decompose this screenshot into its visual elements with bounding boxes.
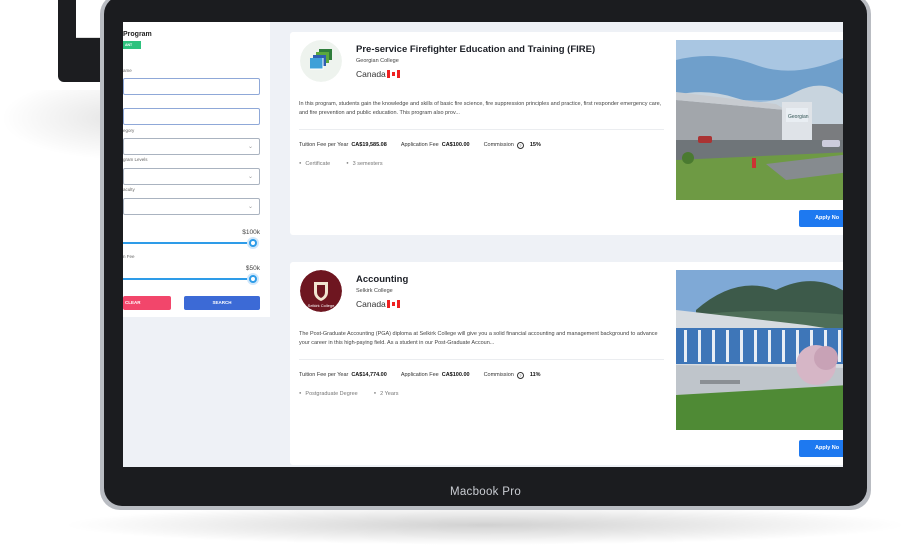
- filter-sidebar: Program ANT ame egory ⌄ gram Levels ⌄ ac…: [123, 22, 270, 317]
- commission: Commission? 15%: [484, 142, 541, 149]
- tuition-label: Tuition Fee per Year: [299, 142, 349, 148]
- country: Canada: [356, 299, 400, 309]
- country-name: Canada: [356, 299, 386, 309]
- school-name: Georgian College: [356, 58, 399, 64]
- commission: Commission? 11%: [484, 372, 541, 379]
- chevron-down-icon: ⌄: [247, 204, 253, 210]
- sidebar-title: Program: [123, 31, 152, 38]
- apply-now-button[interactable]: Apply No: [799, 210, 843, 227]
- filter-label-category: egory: [123, 128, 135, 133]
- program-name-input[interactable]: [123, 78, 260, 95]
- filter-label-faculty: aculty: [123, 187, 135, 192]
- fee-row: Tuition Fee per Year CA$19,585.08 Applica…: [299, 142, 541, 149]
- tuition-range-value: $100k: [242, 229, 260, 236]
- fee-slider-track[interactable]: [123, 278, 258, 280]
- tuition-value: CA$14,774.00: [351, 372, 387, 378]
- chevron-down-icon: ⌄: [247, 174, 253, 180]
- commission-label: Commission: [483, 142, 514, 148]
- divider: [299, 359, 664, 360]
- tuition-fee: Tuition Fee per Year CA$19,585.08: [299, 142, 387, 149]
- commission-value: 11%: [529, 372, 541, 378]
- device-label: Macbook Pro: [449, 486, 522, 498]
- tuition-value: CA$19,585.08: [351, 142, 387, 148]
- country: Canada: [356, 69, 400, 79]
- school-input[interactable]: [123, 108, 260, 125]
- program-duration: 3 semesters: [346, 160, 383, 167]
- program-levels-select[interactable]: ⌄: [123, 168, 260, 185]
- category-select[interactable]: ⌄: [123, 138, 260, 155]
- program-tags: Postgraduate Degree 2 Years: [299, 390, 398, 397]
- help-icon[interactable]: ?: [516, 372, 524, 379]
- sidebar-badge: ANT: [123, 41, 141, 49]
- app-fee-value: CA$100.00: [441, 372, 470, 378]
- laptop-shadow: [60, 505, 910, 545]
- campus-photo: Georgian: [676, 40, 843, 200]
- stage: Macbook Pro Program ANT ame egory ⌄ gram…: [0, 0, 920, 550]
- faculty-select[interactable]: ⌄: [123, 198, 260, 215]
- application-fee: Application Fee CA$100.00: [401, 142, 470, 149]
- filter-label-levels: gram Levels: [123, 157, 148, 162]
- school-name: Selkirk College: [356, 288, 393, 294]
- commission-label: Commission: [483, 372, 514, 378]
- program-level: Postgraduate Degree: [299, 390, 357, 397]
- program-description: The Post-Graduate Accounting (PGA) diplo…: [299, 331, 658, 346]
- tuition-slider-handle[interactable]: [247, 237, 259, 249]
- program-title[interactable]: Pre-service Firefighter Education and Tr…: [356, 44, 595, 55]
- georgian-college-logo: [300, 40, 342, 82]
- app-fee-label: Application Fee: [400, 142, 439, 148]
- chevron-down-icon: ⌄: [247, 144, 253, 150]
- program-level: Certificate: [299, 160, 330, 167]
- apply-now-button[interactable]: Apply No: [799, 440, 843, 457]
- filter-label-app-fee: n Fee: [123, 254, 135, 259]
- campus-photo: [676, 270, 843, 430]
- filter-label-name: ame: [123, 68, 132, 73]
- application-fee: Application Fee CA$100.00: [401, 372, 470, 379]
- canada-flag-icon: [386, 300, 400, 308]
- program-card: Selkirk College Accounting Selkirk Colle…: [290, 262, 843, 465]
- svg-text:Georgian: Georgian: [788, 114, 809, 120]
- tuition-slider-track[interactable]: [123, 242, 258, 244]
- program-description: In this program, students gain the knowl…: [299, 101, 662, 116]
- app-fee-label: Application Fee: [400, 372, 439, 378]
- canada-flag-icon: [386, 70, 400, 78]
- program-card: Pre-service Firefighter Education and Tr…: [290, 32, 843, 235]
- help-icon[interactable]: ?: [516, 142, 524, 149]
- selkirk-college-logo: Selkirk College: [300, 270, 342, 312]
- program-title[interactable]: Accounting: [356, 274, 408, 285]
- commission-value: 15%: [529, 142, 541, 148]
- tuition-label: Tuition Fee per Year: [299, 372, 349, 378]
- screen: Program ANT ame egory ⌄ gram Levels ⌄ ac…: [123, 22, 843, 467]
- fee-range-value: $50k: [245, 265, 260, 272]
- tuition-fee: Tuition Fee per Year CA$14,774.00: [299, 372, 387, 379]
- app-fee-value: CA$100.00: [441, 142, 470, 148]
- country-name: Canada: [356, 69, 386, 79]
- clear-button[interactable]: CLEAR: [123, 296, 171, 310]
- selkirk-logo-text: Selkirk College: [308, 303, 335, 308]
- divider: [299, 129, 664, 130]
- fee-row: Tuition Fee per Year CA$14,774.00 Applica…: [299, 372, 541, 379]
- search-button[interactable]: SEARCH: [184, 296, 260, 310]
- fee-slider-handle[interactable]: [247, 273, 259, 285]
- program-tags: Certificate 3 semesters: [299, 160, 383, 167]
- program-duration: 2 Years: [374, 390, 398, 397]
